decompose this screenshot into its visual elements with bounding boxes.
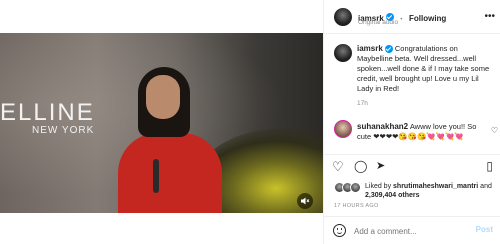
brand-logo-subtext: NEW YORK — [32, 125, 95, 136]
more-dots-icon[interactable]: ••• — [484, 11, 495, 22]
post-sidebar: iamsrk • Following Original audio ••• ia… — [323, 0, 500, 244]
caption-text: iamsrk Congratulations on Maybelline bet… — [357, 44, 495, 94]
microphone — [153, 159, 159, 193]
author-avatar[interactable] — [334, 8, 352, 26]
action-bar: ♡ ◯ ➤ ▯ — [324, 154, 500, 176]
post-header: iamsrk • Following Original audio ••• — [324, 0, 500, 34]
likes-count[interactable]: 2,309,404 others — [365, 192, 419, 199]
face — [146, 75, 180, 119]
speaker-figure — [110, 67, 230, 213]
heart-outline-icon[interactable]: ♡ — [491, 126, 498, 135]
commenter-avatar[interactable] — [334, 120, 352, 138]
comment-username[interactable]: suhanakhan2 — [357, 122, 408, 131]
liked-by-prefix: Liked by — [365, 183, 394, 190]
audio-label[interactable]: Original audio — [358, 19, 398, 26]
video-player[interactable]: ELLINE NEW YORK — [0, 33, 323, 213]
liker-avatar — [350, 182, 361, 193]
following-button[interactable]: Following — [409, 14, 446, 23]
liked-by-and: and — [478, 183, 492, 190]
share-send-icon[interactable]: ➤ — [376, 160, 385, 173]
comment-text: suhanakhan2 Awww love you!! So cute ❤❤❤❤… — [357, 122, 489, 142]
liked-by-line: Liked by shrutimaheshwari_mantri and — [365, 183, 492, 190]
speaker-muted-icon[interactable] — [297, 193, 313, 209]
comment-input[interactable] — [354, 225, 464, 237]
caption-avatar[interactable] — [334, 44, 352, 62]
post-timestamp[interactable]: 17 HOURS AGO — [334, 203, 379, 209]
like-heart-icon[interactable]: ♡ — [332, 160, 344, 173]
save-bookmark-icon[interactable]: ▯ — [486, 160, 493, 173]
post-comment-button[interactable]: Post — [476, 225, 493, 234]
emoji-icon[interactable] — [333, 224, 346, 237]
liker-avatars — [334, 182, 362, 193]
caption-time: 17h — [357, 100, 368, 107]
add-comment-bar: Post — [324, 216, 500, 244]
separator-dot: • — [400, 16, 403, 23]
verified-badge-icon — [384, 45, 393, 54]
post-media: ELLINE NEW YORK — [0, 0, 323, 244]
red-dress — [118, 133, 222, 213]
brand-logo-text: ELLINE — [0, 99, 95, 126]
liked-by-user[interactable]: shrutimaheshwari_mantri — [393, 183, 478, 190]
comment-bubble-icon[interactable]: ◯ — [354, 160, 367, 173]
caption-username[interactable]: iamsrk — [357, 44, 383, 53]
